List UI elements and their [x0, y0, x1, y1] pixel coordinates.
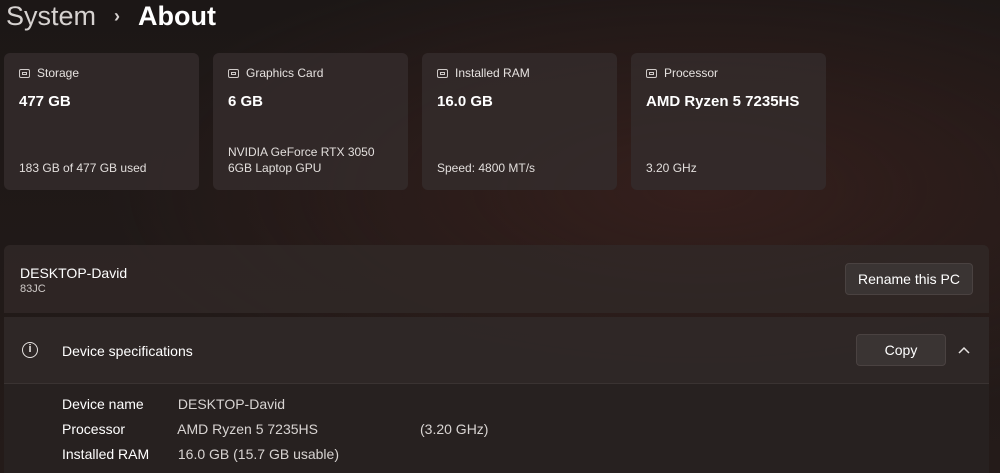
processor-card[interactable]: Processor AMD Ryzen 5 7235HS 3.20 GHz — [631, 53, 826, 190]
spec-extra: (3.20 GHz) — [420, 421, 489, 437]
device-specifications-section: i Device specifications Copy Device name… — [4, 317, 989, 473]
device-name: DESKTOP-David — [20, 265, 128, 281]
ram-icon — [437, 68, 448, 78]
card-title: Installed RAM — [455, 66, 530, 80]
spec-label: Processor — [62, 421, 126, 437]
device-model: 83JC — [20, 283, 46, 295]
card-detail: Speed: 4800 MT/s — [437, 161, 536, 175]
card-value: 16.0 GB — [437, 93, 493, 110]
device-specifications-header[interactable]: i Device specifications Copy — [4, 317, 989, 384]
card-value: AMD Ryzen 5 7235HS — [646, 93, 800, 110]
card-header: Graphics Card — [228, 66, 393, 80]
spec-label: Device name — [62, 396, 144, 412]
card-title: Storage — [37, 66, 80, 80]
card-header: Processor — [646, 66, 811, 80]
spec-row-device-name: Device name DESKTOP-David — [62, 396, 285, 412]
breadcrumb: System › About — [6, 0, 216, 36]
spec-row-processor: Processor AMD Ryzen 5 7235HS (3.20 GHz) — [62, 421, 488, 437]
specs-title: Device specifications — [62, 343, 193, 359]
device-name-row: DESKTOP-David 83JC Rename this PC — [4, 245, 989, 313]
card-value: 477 GB — [19, 93, 71, 110]
chevron-right-icon: › — [114, 5, 121, 26]
spec-value: 16.0 GB (15.7 GB usable) — [177, 446, 339, 462]
graphics-card-card[interactable]: Graphics Card 6 GB NVIDIA GeForce RTX 30… — [213, 53, 408, 190]
card-detail: 3.20 GHz — [646, 161, 697, 175]
chevron-up-icon[interactable] — [957, 343, 971, 357]
page-title: About — [138, 0, 216, 31]
card-header: Storage — [19, 66, 184, 80]
spec-value: AMD Ryzen 5 7235HS — [177, 421, 318, 437]
spec-value: DESKTOP-David — [177, 396, 285, 412]
installed-ram-card[interactable]: Installed RAM 16.0 GB Speed: 4800 MT/s — [422, 53, 617, 190]
graphics-card-icon — [228, 68, 239, 78]
card-value: 6 GB — [228, 93, 264, 110]
processor-icon — [646, 68, 657, 78]
card-detail: NVIDIA GeForce RTX 3050 6GB Laptop GPU — [228, 145, 375, 175]
card-header: Installed RAM — [437, 66, 602, 80]
storage-icon — [19, 68, 30, 78]
spec-row-installed-ram: Installed RAM 16.0 GB (15.7 GB usable) — [62, 446, 339, 462]
storage-card[interactable]: Storage 477 GB 183 GB of 477 GB used — [4, 53, 199, 190]
card-title: Processor — [664, 66, 719, 80]
rename-pc-button[interactable]: Rename this PC — [845, 263, 973, 295]
spec-label: Installed RAM — [62, 446, 150, 462]
breadcrumb-system-link[interactable]: System — [6, 1, 96, 32]
card-detail: 183 GB of 477 GB used — [19, 161, 147, 175]
spec-cards: Storage 477 GB 183 GB of 477 GB used Gra… — [4, 53, 826, 190]
card-title: Graphics Card — [246, 66, 324, 80]
copy-button[interactable]: Copy — [856, 334, 946, 366]
info-icon: i — [22, 342, 38, 358]
